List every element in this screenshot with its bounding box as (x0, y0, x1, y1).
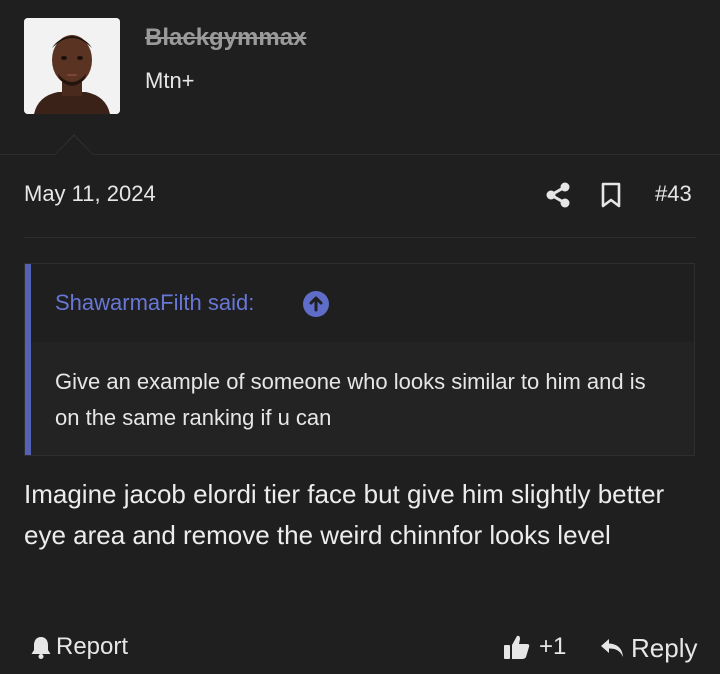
quote-accent-bar (25, 264, 31, 455)
quote-author[interactable]: ShawarmaFilth said: (55, 290, 254, 316)
header-pointer-inner (55, 136, 93, 155)
quote-block: ShawarmaFilth said: Give an example of s… (24, 263, 695, 456)
like-button[interactable]: +1 (503, 632, 566, 662)
like-count: +1 (539, 633, 567, 660)
meta-divider (24, 237, 696, 238)
post-date[interactable]: May 11, 2024 (24, 181, 156, 207)
avatar-image (24, 18, 120, 114)
reply-label: Reply (631, 632, 698, 663)
user-title: Mtn+ (145, 68, 195, 93)
reply-icon (599, 636, 625, 660)
post-body: Imagine jacob elordi tier face but give … (24, 479, 665, 550)
post-number-link[interactable]: #43 (655, 181, 692, 207)
reply-button[interactable]: Reply (599, 632, 697, 664)
report-label: Report (56, 633, 129, 660)
report-button[interactable]: Report (30, 632, 128, 662)
header-divider (0, 154, 720, 155)
quote-text: Give an example of someone who looks sim… (55, 369, 646, 430)
thumbs-up-icon (503, 633, 531, 661)
arrow-up-circle-icon[interactable] (303, 291, 329, 317)
share-icon[interactable] (545, 181, 571, 209)
bookmark-icon[interactable] (599, 181, 623, 209)
username[interactable]: Blackgymmax (145, 24, 306, 52)
bell-icon (30, 635, 52, 659)
avatar[interactable] (24, 18, 120, 114)
